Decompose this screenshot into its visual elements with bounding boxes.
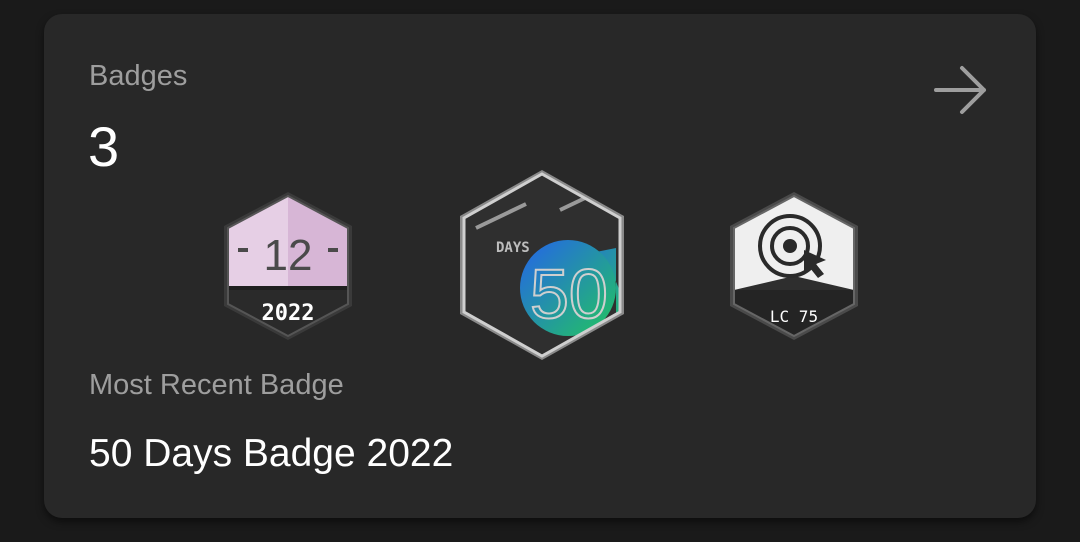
most-recent-value: 50 Days Badge 2022 <box>89 432 454 475</box>
badge-lc-label: LC 75 <box>770 307 818 326</box>
badge-lc-75[interactable]: LC 75 <box>726 190 862 342</box>
badge-days-number: 50 <box>530 255 608 333</box>
badge-12-2022[interactable]: 12 2022 <box>220 190 356 342</box>
badge-50-days[interactable]: DAYS 50 <box>456 168 628 362</box>
badges-card[interactable]: Badges 3 12 2022 DAYS 50 LC 75 Most Rece… <box>44 14 1036 518</box>
badge-12-number: 12 <box>264 231 313 280</box>
badges-count: 3 <box>88 115 120 178</box>
badge-12-year: 2022 <box>262 301 315 326</box>
badge-days-label: DAYS <box>496 240 530 256</box>
badges-title: Badges <box>89 60 188 92</box>
arrow-right-icon[interactable] <box>928 60 992 120</box>
most-recent-label: Most Recent Badge <box>89 369 344 401</box>
